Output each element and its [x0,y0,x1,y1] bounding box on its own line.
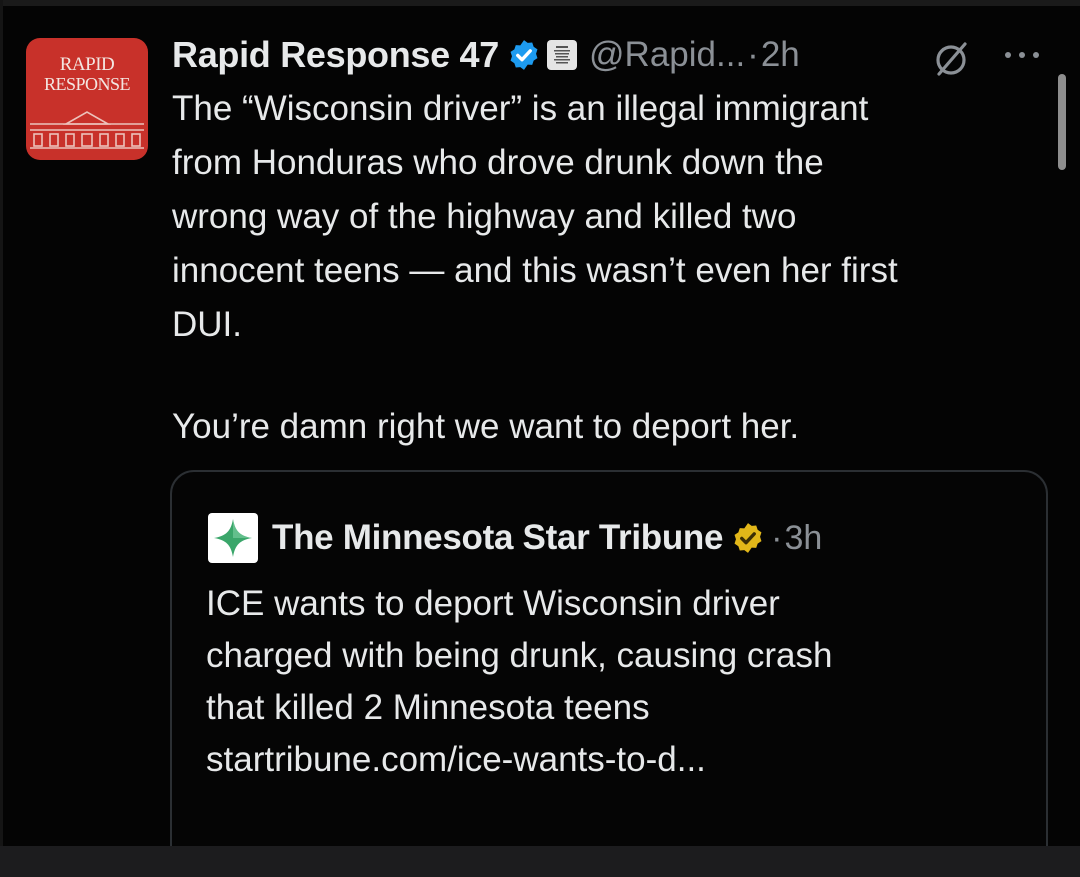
post-text-line: wrong way of the highway and killed two [172,197,797,236]
star-tribune-logo-icon[interactable] [208,513,258,563]
author-handle[interactable]: @Rapid... [589,35,745,75]
gold-verified-badge-icon[interactable] [731,521,765,555]
quoted-post-card[interactable]: The Minnesota Star Tribune · 3h ICE want… [170,470,1048,870]
post-text-line: The “Wisconsin driver” is an illegal imm… [172,89,869,128]
quoted-time-separator: · [771,518,783,557]
post-header: Rapid Response 47 @Rapid... · 2h [172,30,800,80]
white-house-logo-icon [30,111,144,149]
grok-icon[interactable] [930,38,972,80]
post-text: The “Wisconsin driver” is an illegal imm… [172,82,1052,352]
post-time[interactable]: 2h [761,35,800,75]
quoted-link[interactable]: startribune.com/ice-wants-to-d... [206,734,1006,786]
quoted-post-header: The Minnesota Star Tribune · 3h [208,512,822,564]
left-edge [0,0,3,877]
quoted-author-name[interactable]: The Minnesota Star Tribune [272,518,723,558]
time-separator: · [747,35,759,74]
scrollbar[interactable] [1058,74,1066,170]
quoted-text-line: ICE wants to deport Wisconsin driver [206,584,780,623]
avatar[interactable]: RAPID RESPONSE [26,38,148,160]
post-text-line: from Honduras who drove drunk down the [172,143,824,182]
quoted-post-time[interactable]: 3h [784,519,822,558]
verified-badge-icon[interactable] [507,38,541,72]
author-display-name[interactable]: Rapid Response 47 [172,34,499,76]
top-edge [0,0,1080,6]
white-house-badge-icon[interactable] [547,40,578,70]
post-text-line: You’re damn right we want to deport her. [172,407,800,446]
more-options-icon[interactable] [1000,40,1044,70]
quoted-text-line: charged with being drunk, causing crash [206,636,833,675]
post-text-line: innocent teens — and this wasn’t even he… [172,251,898,290]
bottom-bar [0,846,1080,877]
quoted-text-line: that killed 2 Minnesota teens [206,688,650,727]
post-text-line: DUI. [172,305,242,344]
post-text-final-line: You’re damn right we want to deport her. [172,400,1052,454]
quoted-post-text: ICE wants to deport Wisconsin driver cha… [206,578,1006,786]
